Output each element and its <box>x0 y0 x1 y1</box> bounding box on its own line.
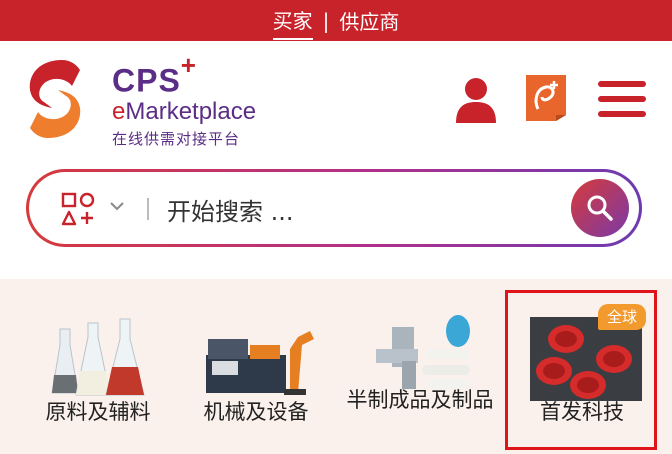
user-icon[interactable] <box>456 77 496 123</box>
search-icon <box>587 195 613 221</box>
category-semi-finished[interactable]: 半制成品及制品 <box>340 279 500 454</box>
category-label: 半制成品及制品 <box>346 388 494 412</box>
brand-cps: CPS <box>112 62 181 99</box>
buyer-tab[interactable]: 买家 <box>272 5 313 40</box>
hamburger-menu-icon[interactable] <box>598 81 646 121</box>
category-shapes-icon[interactable] <box>61 192 95 226</box>
supplier-tab[interactable]: 供应商 <box>339 6 399 35</box>
machinery-image <box>206 331 314 395</box>
brand-logo[interactable]: CPS+ eMarketplace 在线供需对接平台 <box>112 50 257 149</box>
category-label: 机械及设备 <box>203 400 309 424</box>
search-section: 开始搜索 ... <box>0 161 672 279</box>
category-grid: 原料及辅料 机械及设备 半制成品及制品 首发科技 <box>0 279 672 454</box>
category-machinery[interactable]: 机械及设备 <box>176 279 336 454</box>
search-divider <box>147 198 149 220</box>
cps-logo-icon[interactable] <box>22 56 88 142</box>
role-separator: | <box>322 8 330 33</box>
search-input[interactable]: 开始搜索 ... <box>167 192 294 227</box>
search-bar: 开始搜索 ... <box>26 169 642 247</box>
brand-tagline: 在线供需对接平台 <box>112 129 241 148</box>
raw-materials-image <box>51 318 145 396</box>
search-button[interactable] <box>571 179 629 237</box>
global-badge: 全球 <box>598 304 646 330</box>
brand-marketplace: Marketplace <box>125 97 257 125</box>
chevron-down-icon[interactable] <box>109 198 125 214</box>
category-raw-materials[interactable]: 原料及辅料 <box>18 279 178 454</box>
role-switch-bar: 买家 | 供应商 <box>0 0 672 41</box>
brand-plus: + <box>180 50 197 80</box>
site-header: CPS+ eMarketplace 在线供需对接平台 <box>0 41 672 161</box>
category-label: 原料及辅料 <box>45 400 151 424</box>
brand-e: e <box>112 97 126 125</box>
app-badge-icon[interactable] <box>522 73 570 123</box>
